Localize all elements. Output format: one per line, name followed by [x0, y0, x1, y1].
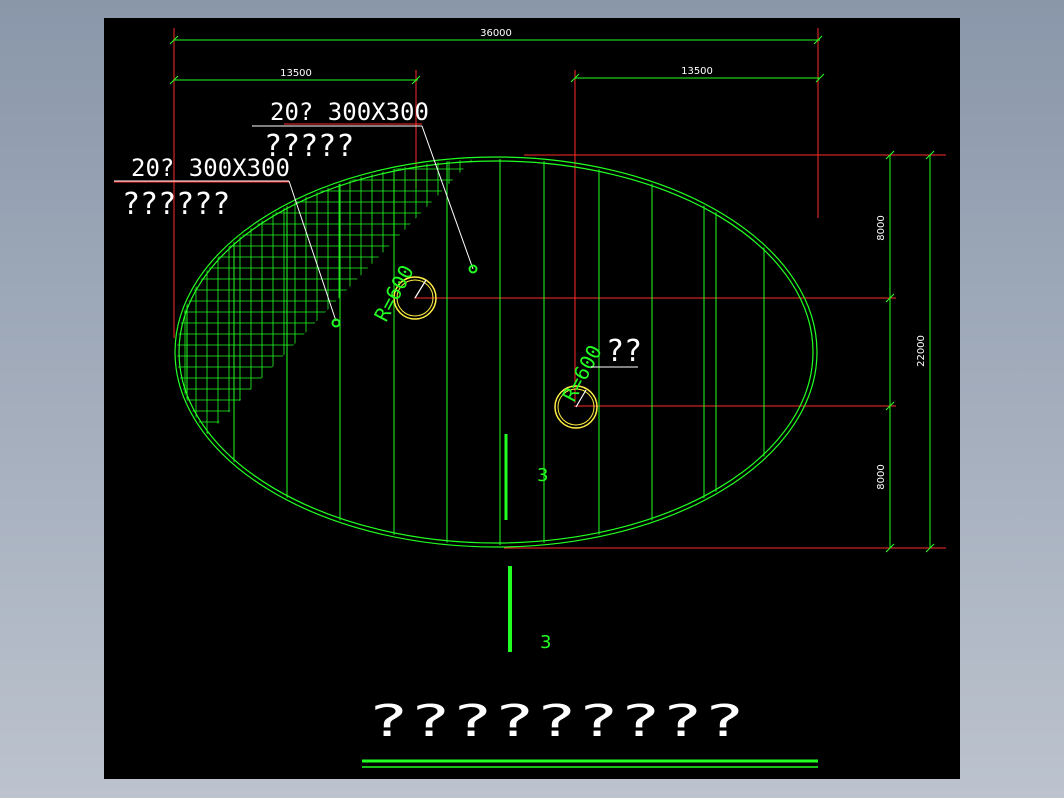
radius-tag-lower: ?? [606, 334, 642, 369]
dim-top-vertical: 8000 [876, 215, 887, 240]
ellipse-outline-inner[interactable] [178, 160, 814, 544]
dim-overall-width: 36000 [480, 28, 512, 39]
note-upper-spec: 20? 300X300 [270, 98, 429, 126]
reference-lines [114, 28, 946, 549]
drawing-title: ????????? [367, 696, 745, 747]
section-mark-lower-number: 3 [540, 632, 551, 653]
title-underline [362, 759, 818, 768]
ellipse-outline-outer[interactable] [174, 156, 818, 548]
section-mark-upper-number: 3 [537, 465, 548, 486]
dim-bottom-vertical: 8000 [876, 464, 887, 489]
note-lower-desc: ?????? [122, 187, 230, 222]
cad-drawing-canvas[interactable]: 36000 13500 13500 8000 8000 22000 R=600 … [104, 18, 960, 779]
note-lower-spec: 20? 300X300 [131, 154, 290, 182]
dim-right-offset: 13500 [681, 66, 713, 77]
dim-left-offset: 13500 [280, 68, 312, 79]
strip-lines [186, 159, 765, 545]
dim-overall-height: 22000 [916, 335, 927, 367]
